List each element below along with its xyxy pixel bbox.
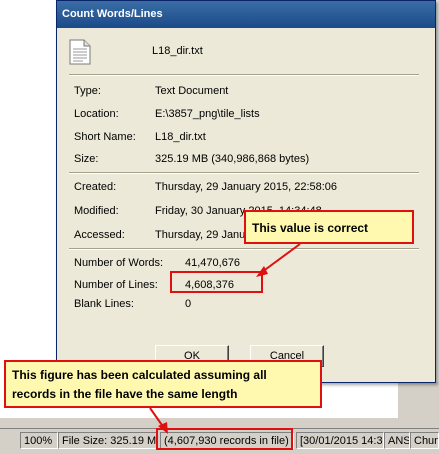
dialog-title[interactable]: Count Words/Lines [57,1,435,28]
accessed-label: Accessed: [74,229,125,241]
size-label: Size: [74,153,99,165]
short-name-value: L18_dir.txt [155,131,206,143]
count-words-dialog: Count Words/Lines L18_dir.txt Type: Text… [56,0,436,383]
created-value: Thursday, 29 January 2015, 22:58:06 [155,181,338,193]
words-value: 41,470,676 [185,257,241,269]
created-label: Created: [74,181,117,193]
location-label: Location: [74,108,119,120]
records-highlight [156,428,293,450]
short-name-label: Short Name: [74,131,136,143]
divider [69,172,419,174]
lines-label: Number of Lines: [74,279,158,291]
type-value: Text Document [155,85,229,97]
status-date: [30/01/2015 14:3 [296,432,384,449]
lines-value-highlight [170,271,263,293]
blank-lines-value: 0 [185,298,192,310]
words-label: Number of Words: [74,257,164,269]
status-extra: Chun [410,432,439,449]
status-file-size: File Size: 325.19 MB [58,432,158,449]
status-encoding: ANS [384,432,410,449]
modified-label: Modified: [74,205,119,217]
callout-value-correct: This value is correct [244,210,414,244]
text-file-icon [69,39,91,65]
file-name: L18_dir.txt [152,45,203,57]
callout-figure-calculated: This figure has been calculated assuming… [4,360,322,408]
status-zoom[interactable]: 100% [20,432,58,449]
blank-lines-label: Blank Lines: [74,298,134,310]
background-panel-bottom [0,418,439,428]
size-value: 325.19 MB (340,986,868 bytes) [155,153,310,165]
divider [69,74,419,76]
type-label: Type: [74,85,101,97]
location-value: E:\3857_png\tile_lists [155,108,260,120]
divider [69,248,419,250]
